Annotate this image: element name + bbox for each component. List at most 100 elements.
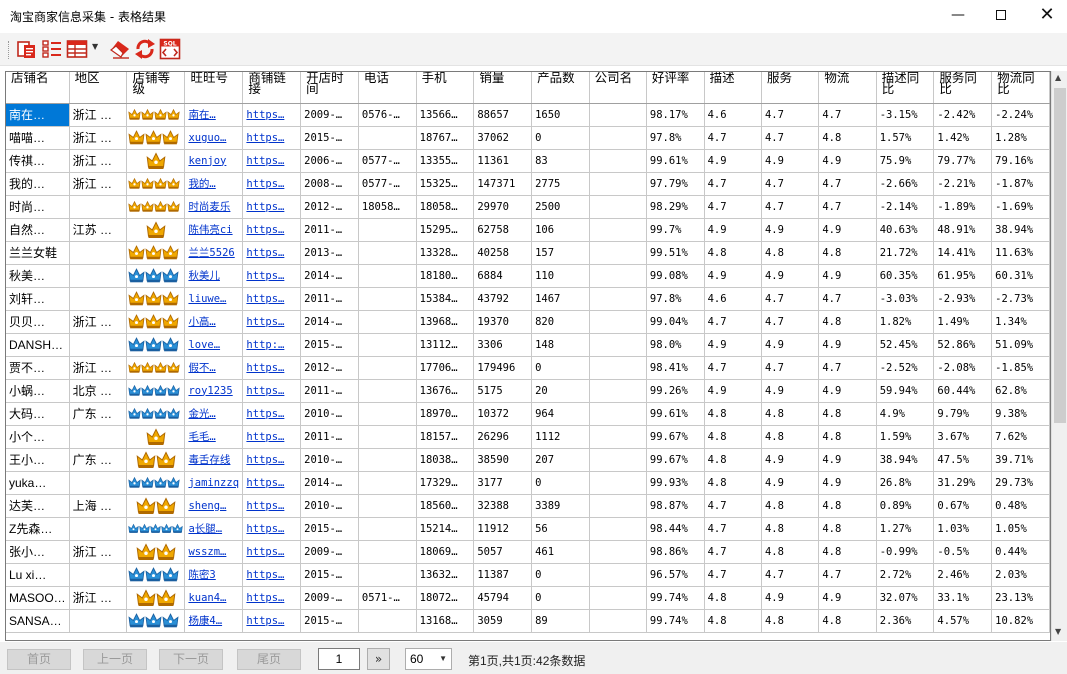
shop-name-cell[interactable]: 我的… [6,172,70,196]
open-date-cell[interactable]: 2014-… [300,310,359,334]
shop-level-cell[interactable] [126,609,186,633]
description-cell[interactable]: 4.7 [704,540,762,564]
service-cell[interactable]: 4.8 [761,609,820,633]
service-cmp-cell[interactable]: 0.67% [933,494,993,518]
col-open-date-header[interactable]: 开店时间 [300,72,359,104]
product-count-cell[interactable]: 3389 [531,494,590,518]
shop-name-cell[interactable]: MASOO… [6,586,70,610]
phone-cell[interactable] [358,379,417,403]
shop-level-cell[interactable] [126,218,186,242]
table-row[interactable]: 贾不… 浙江 … 假不… https… 2012-… 17706… 179496 0 98.41… [6,356,1050,380]
company-cell[interactable] [589,448,647,472]
shop-name-cell[interactable]: 秋美… [6,264,70,288]
logistics-cmp-cell[interactable]: 23.13% [991,586,1050,610]
logistics-cell[interactable]: 4.7 [818,195,877,219]
description-cell[interactable]: 4.7 [704,172,762,196]
company-cell[interactable] [589,310,647,334]
table-row[interactable]: 张小… 浙江 … wsszm… https… 2009-… 18069… 5057 461 98… [6,540,1050,564]
logistics-cell[interactable]: 4.8 [818,126,877,150]
table-row[interactable]: 我的… 浙江 … 我的… https… 2008-… 0577-… 15325… 147371… [6,172,1050,196]
sales-cell[interactable]: 43792 [473,287,533,311]
scroll-thumb[interactable] [1054,88,1066,423]
shop-level-cell[interactable] [126,126,186,150]
shop-level-cell[interactable] [126,379,186,403]
sales-cell[interactable]: 3306 [473,333,533,357]
shop-name-cell[interactable]: 王小… [6,448,70,472]
sales-cell[interactable]: 10372 [473,402,533,426]
shop-name-cell[interactable]: 张小… [6,540,70,564]
description-cmp-cell[interactable]: 32.07% [876,586,935,610]
company-cell[interactable] [589,264,647,288]
product-count-cell[interactable]: 0 [531,471,590,495]
phone-cell[interactable]: 0577-… [358,172,417,196]
description-cell[interactable]: 4.9 [704,379,762,403]
sales-cell[interactable]: 45794 [473,586,533,610]
description-cmp-cell[interactable]: 75.9% [876,149,935,173]
service-cmp-cell[interactable]: 47.5% [933,448,993,472]
logistics-cmp-cell[interactable]: 1.05% [991,517,1050,541]
product-count-cell[interactable]: 157 [531,241,590,265]
wangwang-cell[interactable]: 毛毛… [184,425,244,449]
region-cell[interactable] [69,195,128,219]
positive-rate-cell[interactable]: 98.86% [646,540,705,564]
shop-link-cell[interactable]: https… [242,241,302,265]
logistics-cmp-cell[interactable]: 10.82% [991,609,1050,633]
table-row[interactable]: 自然… 江苏 … 陈伟亮ci https… 2011-… 15295… 62758 106 99… [6,218,1050,242]
table-row[interactable]: 秋美… 秋美儿 https… 2014-… 18180… 6884 110 99.08% 4.9… [6,264,1050,288]
description-cell[interactable]: 4.8 [704,586,762,610]
wangwang-cell[interactable]: 时尚麦乐 [184,195,244,219]
service-cmp-cell[interactable]: 9.79% [933,402,993,426]
go-page-button[interactable]: » [367,648,390,670]
sales-cell[interactable]: 6884 [473,264,533,288]
service-cell[interactable]: 4.7 [761,126,820,150]
service-cmp-cell[interactable]: -2.42% [933,103,993,127]
mobile-cell[interactable]: 15325… [416,172,475,196]
shop-name-cell[interactable]: 兰兰女鞋 [6,241,70,265]
phone-cell[interactable]: 0571-… [358,586,417,610]
description-cell[interactable]: 4.8 [704,241,762,265]
product-count-cell[interactable]: 20 [531,379,590,403]
wangwang-cell[interactable]: 假不… [184,356,244,380]
phone-cell[interactable] [358,540,417,564]
positive-rate-cell[interactable]: 96.57% [646,563,705,587]
open-date-cell[interactable]: 2010-… [300,448,359,472]
sales-cell[interactable]: 11387 [473,563,533,587]
mobile-cell[interactable]: 18560… [416,494,475,518]
logistics-cell[interactable]: 4.8 [818,241,877,265]
description-cell[interactable]: 4.9 [704,333,762,357]
region-cell[interactable] [69,609,128,633]
logistics-cell[interactable]: 4.7 [818,287,877,311]
col-description-cmp-header[interactable]: 描述同比 [876,72,935,104]
logistics-cmp-cell[interactable]: -1.69% [991,195,1050,219]
positive-rate-cell[interactable]: 98.41% [646,356,705,380]
service-cell[interactable]: 4.9 [761,218,820,242]
region-cell[interactable] [69,425,128,449]
region-cell[interactable]: 浙江 … [69,126,128,150]
sales-cell[interactable]: 26296 [473,425,533,449]
shop-level-cell[interactable] [126,517,186,541]
positive-rate-cell[interactable]: 99.93% [646,471,705,495]
shop-name-cell[interactable]: Z先森… [6,517,70,541]
company-cell[interactable] [589,402,647,426]
copy-button[interactable] [16,38,38,60]
service-cell[interactable]: 4.8 [761,540,820,564]
col-region-header[interactable]: 地区 [69,72,128,104]
positive-rate-cell[interactable]: 98.87% [646,494,705,518]
shop-link-cell[interactable]: https… [242,517,302,541]
wangwang-cell[interactable]: 兰兰5526 [184,241,244,265]
region-cell[interactable]: 广东 … [69,402,128,426]
mobile-cell[interactable]: 18038… [416,448,475,472]
product-count-cell[interactable]: 148 [531,333,590,357]
description-cmp-cell[interactable]: 1.82% [876,310,935,334]
description-cmp-cell[interactable]: -0.99% [876,540,935,564]
shop-name-cell[interactable]: 南在… [6,103,70,127]
shop-link-cell[interactable]: https… [242,172,302,196]
service-cmp-cell[interactable]: 3.67% [933,425,993,449]
sales-cell[interactable]: 37062 [473,126,533,150]
sales-cell[interactable]: 40258 [473,241,533,265]
shop-level-cell[interactable] [126,586,186,610]
col-mobile-header[interactable]: 手机 [416,72,475,104]
col-sales-header[interactable]: 销量 [473,72,533,104]
region-cell[interactable]: 浙江 … [69,103,128,127]
company-cell[interactable] [589,126,647,150]
